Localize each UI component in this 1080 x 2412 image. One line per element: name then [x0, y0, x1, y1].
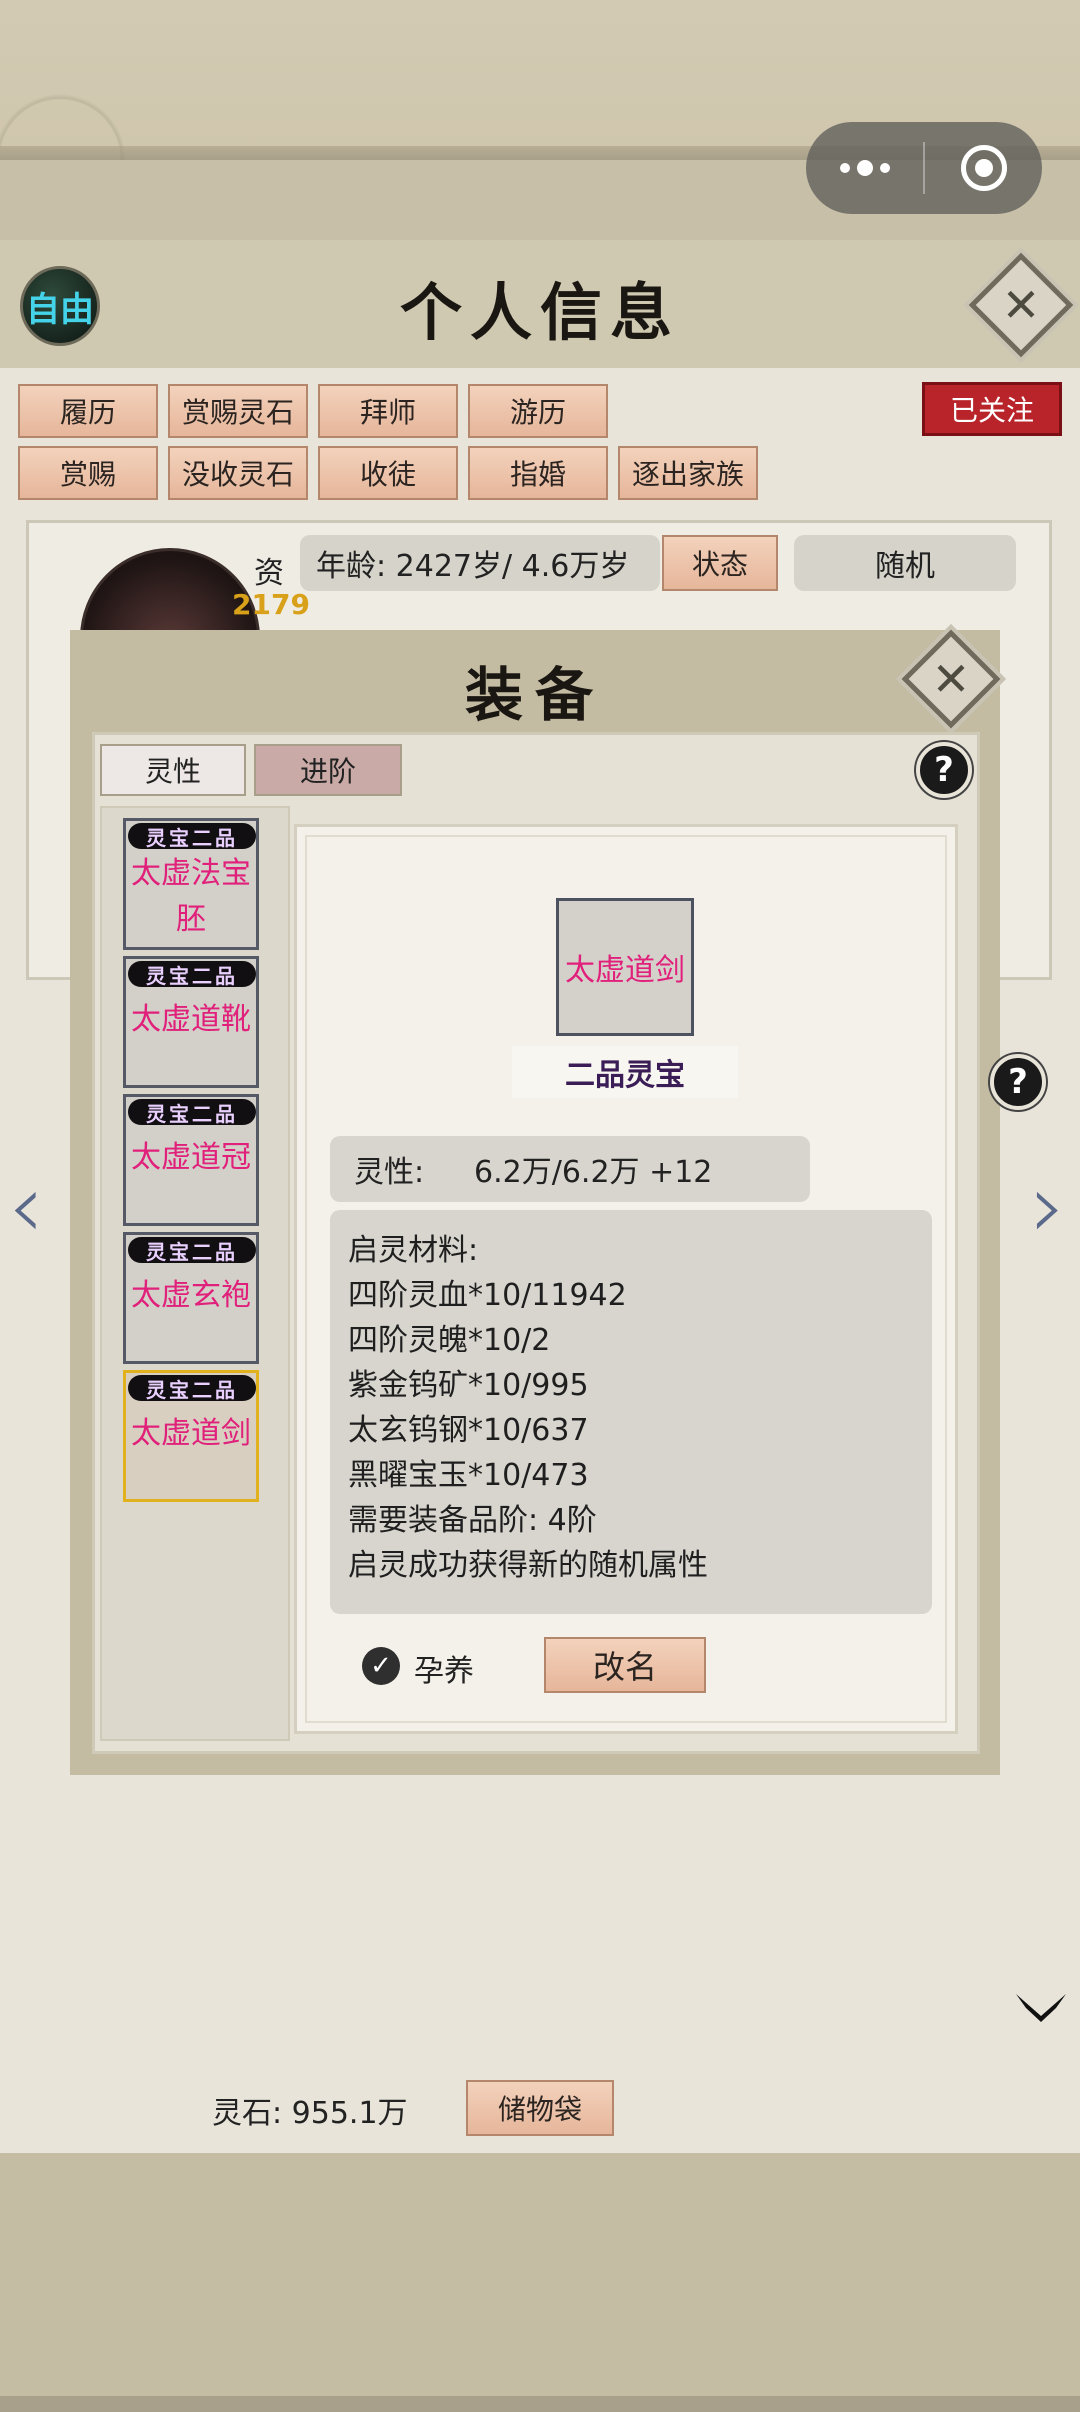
- material-line: 黑曜宝玉*10/473: [348, 1458, 589, 1493]
- expel-family-button[interactable]: 逐出家族: [618, 446, 758, 500]
- aptitude-label: 资: [254, 556, 284, 591]
- bottom-background: [0, 2153, 1080, 2412]
- requirement-line: 需要装备品阶: 4阶: [348, 1503, 597, 1538]
- spirit-stat: 灵性: 6.2万/6.2万 +12: [330, 1136, 810, 1202]
- item-name: 太虚玄袍: [131, 1278, 251, 1313]
- item-grade: 二品灵宝: [512, 1046, 738, 1098]
- nurture-label: 孕养: [414, 1654, 474, 1689]
- materials-box: 启灵材料: 四阶灵血*10/11942 四阶灵魄*10/2 紫金钨矿*10/99…: [330, 1210, 932, 1614]
- equipment-title: 装备: [464, 661, 605, 729]
- storage-bag-button[interactable]: 储物袋: [466, 2080, 614, 2136]
- item-grade-tag: 灵宝二品: [128, 823, 256, 850]
- tab-advance[interactable]: 进阶: [254, 744, 402, 796]
- item-name: 太虚道剑: [131, 1416, 251, 1451]
- confiscate-stone-button[interactable]: 没收灵石: [168, 446, 308, 500]
- tab-spirit[interactable]: 灵性: [100, 744, 246, 796]
- item-name: 太虚道靴: [131, 1002, 251, 1037]
- list-item[interactable]: 灵宝二品 太虚法宝胚: [123, 818, 259, 950]
- item-grade-tag: 灵宝二品: [128, 1237, 256, 1264]
- reward-button[interactable]: 赏赐: [18, 446, 158, 500]
- item-grade-tag: 灵宝二品: [128, 1375, 256, 1402]
- item-grade-tag: 灵宝二品: [128, 961, 256, 988]
- apprentice-button[interactable]: 拜师: [318, 384, 458, 438]
- rename-button[interactable]: 改名: [544, 1637, 706, 1693]
- nurture-checkbox[interactable]: ✓: [362, 1647, 400, 1685]
- close-icon: ✕: [1001, 278, 1041, 332]
- arrange-marriage-button[interactable]: 指婚: [468, 446, 608, 500]
- help-icon-behind: ?: [990, 1054, 1046, 1110]
- next-arrow-icon[interactable]: ›: [1030, 1162, 1074, 1252]
- random-field: 随机: [794, 535, 1016, 591]
- stat-value: 6.2万/6.2万 +12: [474, 1155, 713, 1190]
- stat-label: 灵性:: [354, 1155, 425, 1190]
- material-line: 四阶灵魄*10/2: [348, 1323, 551, 1358]
- reward-stone-button[interactable]: 赏赐灵石: [168, 384, 308, 438]
- item-grade-tag: 灵宝二品: [128, 1099, 256, 1126]
- exit-button[interactable]: [925, 122, 1042, 214]
- page-title: 个人信息: [399, 276, 680, 349]
- close-icon: ✕: [931, 652, 971, 706]
- chevron-down-icon[interactable]: [1014, 1986, 1068, 2026]
- result-line: 启灵成功获得新的随机属性: [348, 1548, 708, 1583]
- history-button[interactable]: 履历: [18, 384, 158, 438]
- list-item[interactable]: 灵宝二品 太虚道靴: [123, 956, 259, 1088]
- miniprogram-capsule: [806, 122, 1042, 214]
- age-field: 年龄: 2427岁/ 4.6万岁: [300, 535, 660, 591]
- aptitude-value: 2179: [232, 588, 310, 621]
- travel-button[interactable]: 游历: [468, 384, 608, 438]
- target-icon: [960, 145, 1007, 191]
- more-dots-icon: [839, 160, 890, 176]
- list-item[interactable]: 灵宝二品 太虚玄袍: [123, 1232, 259, 1364]
- list-item-selected[interactable]: 灵宝二品 太虚道剑: [123, 1370, 259, 1502]
- list-item[interactable]: 灵宝二品 太虚道冠: [123, 1094, 259, 1226]
- follow-badge[interactable]: 已关注: [922, 382, 1062, 436]
- material-line: 紫金钨矿*10/995: [348, 1368, 589, 1403]
- more-button[interactable]: [806, 122, 923, 214]
- item-name: 太虚法宝胚: [131, 856, 251, 937]
- materials-title: 启灵材料:: [348, 1233, 479, 1268]
- material-line: 四阶灵血*10/11942: [348, 1278, 627, 1313]
- status-button[interactable]: 状态: [662, 535, 778, 591]
- item-preview: 太虚道剑: [556, 898, 694, 1036]
- spirit-stone-balance: 灵石: 955.1万: [212, 2096, 408, 2131]
- material-line: 太玄钨钢*10/637: [348, 1413, 589, 1448]
- help-icon[interactable]: ?: [916, 742, 972, 798]
- item-name: 太虚道冠: [131, 1140, 251, 1175]
- take-disciple-button[interactable]: 收徒: [318, 446, 458, 500]
- prev-arrow-icon[interactable]: ‹: [8, 1162, 52, 1252]
